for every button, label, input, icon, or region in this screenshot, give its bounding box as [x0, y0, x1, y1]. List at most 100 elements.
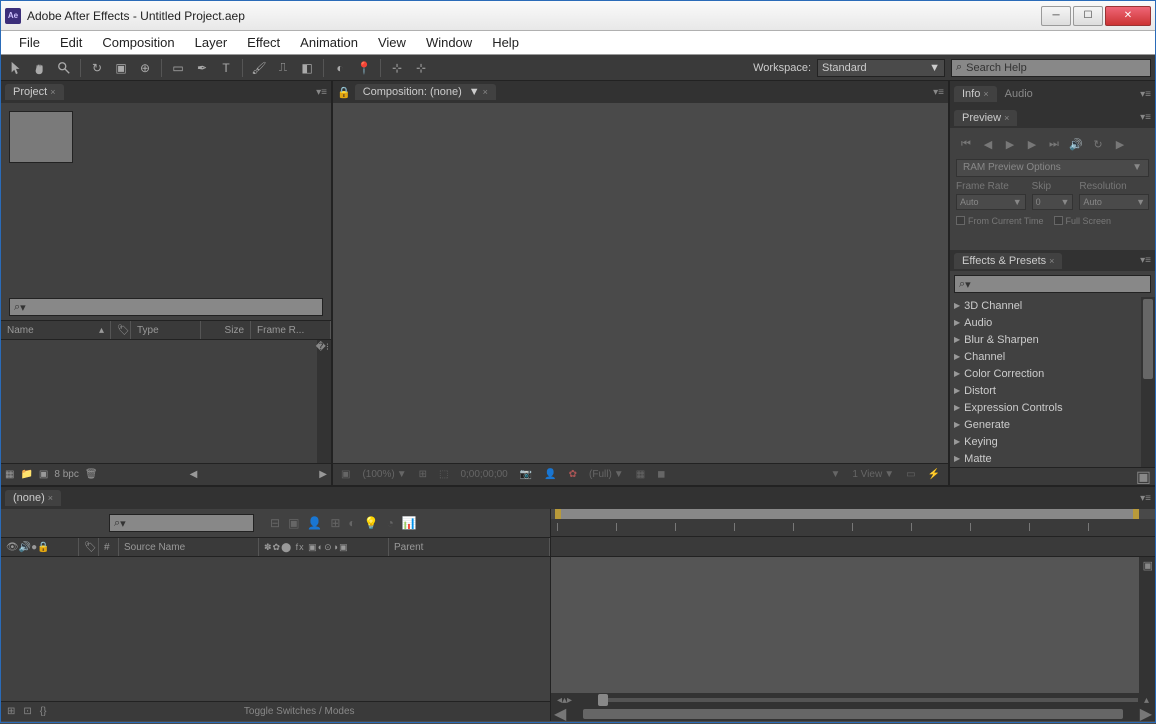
motion-blur-icon[interactable]: ◐	[348, 516, 355, 530]
audio-tab[interactable]: Audio	[997, 86, 1041, 102]
col-name[interactable]: Name▴	[1, 321, 111, 339]
timeline-layer-list[interactable]	[1, 557, 550, 701]
time-ruler[interactable]	[551, 519, 1155, 537]
clone-stamp-tool[interactable]: ⎍	[272, 58, 294, 78]
new-folder-icon[interactable]: 📁	[20, 469, 32, 480]
effects-scrollbar[interactable]	[1141, 297, 1155, 467]
delete-icon[interactable]: 🗑	[85, 469, 98, 480]
window-close-button[interactable]: ✕	[1105, 6, 1151, 26]
info-tab[interactable]: Info×	[954, 86, 997, 102]
effects-category[interactable]: ▶Audio	[950, 314, 1155, 331]
project-search-input[interactable]: ⌕▾	[9, 298, 323, 316]
channel-icon[interactable]: 👤	[540, 469, 560, 480]
panel-menu-icon[interactable]: ▾≡	[1140, 89, 1151, 100]
new-comp-icon[interactable]: ▣	[39, 469, 48, 480]
label-col[interactable]: 🏷	[79, 538, 99, 556]
panel-menu-icon[interactable]: ▾≡	[933, 87, 944, 98]
comp-mini-flowchart-icon[interactable]: ⊟	[270, 516, 280, 530]
preview-tab[interactable]: Preview×	[954, 110, 1017, 126]
effects-category[interactable]: ▶Channel	[950, 348, 1155, 365]
mask-icon[interactable]: ◼	[653, 469, 669, 480]
graph-editor-icon[interactable]: 📊	[402, 516, 417, 530]
resolution-dropdown[interactable]: (Full) ▼	[585, 469, 628, 480]
play-button[interactable]: ▶	[1002, 138, 1018, 151]
work-area-bar[interactable]	[555, 509, 1139, 519]
timeline-hscrollbar[interactable]: ◀▶	[551, 707, 1155, 721]
current-time[interactable]: 0;00;00;00	[456, 469, 511, 480]
parent-col[interactable]: Parent	[389, 538, 550, 556]
project-tab[interactable]: Project×	[5, 84, 64, 100]
flowchart-icon[interactable]: �⁝	[316, 342, 329, 353]
zoom-tool[interactable]	[53, 58, 75, 78]
fast-preview-icon[interactable]: ⚡	[924, 469, 944, 480]
framerate-dropdown[interactable]: Auto▼	[956, 194, 1026, 210]
rectangle-tool[interactable]: ▭	[167, 58, 189, 78]
search-help-input[interactable]: ⌕ Search Help	[951, 59, 1151, 77]
interpret-footage-icon[interactable]: ▦	[5, 469, 14, 480]
brush-tool[interactable]: 🖌	[248, 58, 270, 78]
menu-edit[interactable]: Edit	[50, 33, 92, 52]
menu-composition[interactable]: Composition	[92, 33, 184, 52]
effects-category[interactable]: ▶Expression Controls	[950, 399, 1155, 416]
col-label[interactable]: 🏷	[111, 321, 131, 339]
timeline-vscrollbar[interactable]: ▣	[1139, 557, 1155, 693]
menu-effect[interactable]: Effect	[237, 33, 290, 52]
loop-button[interactable]: ↻	[1090, 138, 1106, 151]
rotation-tool[interactable]: ↻	[86, 58, 108, 78]
scroll-left-icon[interactable]: ◀	[190, 469, 198, 480]
always-preview-icon[interactable]: ▣	[337, 469, 354, 480]
menu-view[interactable]: View	[368, 33, 416, 52]
resolution-dropdown[interactable]: Auto▼	[1079, 194, 1149, 210]
col-size[interactable]: Size	[201, 321, 251, 339]
window-minimize-button[interactable]: ─	[1041, 6, 1071, 26]
first-frame-button[interactable]: ⏮	[958, 138, 974, 151]
roto-brush-tool[interactable]: ◐	[329, 58, 351, 78]
toggle-switches-modes-button[interactable]: Toggle Switches / Modes	[54, 706, 544, 717]
panel-menu-icon[interactable]: ▾≡	[1140, 493, 1151, 504]
selection-tool[interactable]	[5, 58, 27, 78]
composition-viewer[interactable]	[333, 103, 948, 463]
menu-file[interactable]: File	[9, 33, 50, 52]
toggle-switch-icon[interactable]: ⊡	[23, 706, 31, 717]
3d-view-dropdown[interactable]: ▼	[826, 469, 844, 480]
timeline-tab[interactable]: (none)×	[5, 490, 61, 506]
timeline-zoom-slider[interactable]: ◂▴▸ ▴	[551, 693, 1155, 707]
menu-window[interactable]: Window	[416, 33, 482, 52]
last-frame-button[interactable]: ⏭	[1046, 138, 1062, 151]
comp-lock-icon[interactable]: 🔒	[337, 86, 351, 99]
comp-marker-icon[interactable]: ▣	[1143, 559, 1153, 572]
index-col[interactable]: #	[99, 538, 119, 556]
prev-frame-button[interactable]: ◀	[980, 138, 996, 151]
color-mgmt-icon[interactable]: ✿	[565, 469, 581, 480]
pen-tool[interactable]: ✒	[191, 58, 213, 78]
col-type[interactable]: Type	[131, 321, 201, 339]
full-screen-checkbox[interactable]: Full Screen	[1054, 216, 1112, 226]
effects-presets-tab[interactable]: Effects & Presets×	[954, 253, 1062, 269]
close-icon[interactable]: ×	[483, 87, 488, 97]
switches-col[interactable]: ✽✿⬤ fx ▣◐⊙◑▣	[259, 538, 389, 556]
effects-category[interactable]: ▶Keying	[950, 433, 1155, 450]
draft-3d-icon[interactable]: ▣	[288, 516, 299, 530]
effects-category[interactable]: ▶3D Channel	[950, 297, 1155, 314]
project-bpc[interactable]: 8 bpc	[54, 469, 78, 480]
timeline-track-area[interactable]: ▣	[551, 557, 1155, 693]
resolution-icon[interactable]: ⊞	[415, 469, 431, 480]
mute-button[interactable]: 🔊	[1068, 138, 1084, 151]
from-current-time-checkbox[interactable]: From Current Time	[956, 216, 1044, 226]
transparency-grid-icon[interactable]: ▦	[632, 469, 649, 480]
ram-preview-button[interactable]: ▶	[1112, 138, 1128, 151]
hand-tool[interactable]	[29, 58, 51, 78]
next-frame-button[interactable]: ▶	[1024, 138, 1040, 151]
panel-menu-icon[interactable]: ▾≡	[316, 87, 327, 98]
av-features-col[interactable]: 👁🔊●🔒	[1, 538, 79, 556]
brainstorm-icon[interactable]: 💡	[364, 516, 379, 530]
menu-animation[interactable]: Animation	[290, 33, 368, 52]
panel-menu-icon[interactable]: ▾≡	[1140, 255, 1151, 266]
project-item-list[interactable]: �⁝	[1, 340, 331, 463]
menu-layer[interactable]: Layer	[185, 33, 238, 52]
timeline-search-input[interactable]: ⌕▾	[109, 514, 254, 532]
shy-icon[interactable]: 👤	[307, 516, 322, 530]
eraser-tool[interactable]: ◧	[296, 58, 318, 78]
effects-category[interactable]: ▶Color Correction	[950, 365, 1155, 382]
effects-category[interactable]: ▶Generate	[950, 416, 1155, 433]
